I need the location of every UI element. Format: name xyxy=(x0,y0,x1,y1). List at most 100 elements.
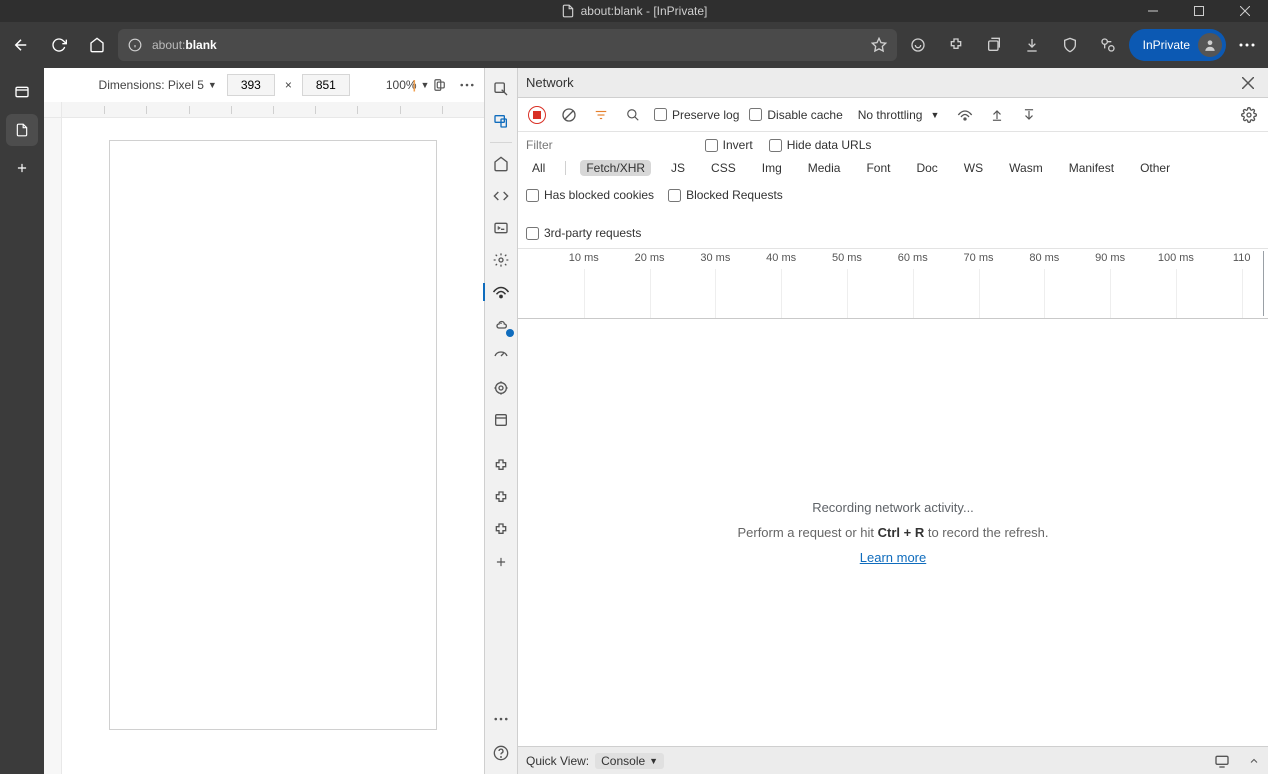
extensions-button[interactable] xyxy=(939,28,973,62)
device-selector[interactable]: Dimensions: Pixel 5 ▼ xyxy=(99,78,217,92)
extension-tool-3[interactable] xyxy=(486,515,516,545)
hide-data-urls-checkbox[interactable]: Hide data URLs xyxy=(769,138,872,152)
more-tools-button[interactable] xyxy=(486,547,516,577)
issues-tool-button[interactable] xyxy=(486,309,516,339)
filter-toggle-button[interactable] xyxy=(590,104,612,126)
new-tab-button[interactable] xyxy=(6,152,38,184)
devtools-close-button[interactable] xyxy=(1236,71,1260,95)
quick-view-expand-button[interactable] xyxy=(1248,755,1260,767)
disable-cache-checkbox[interactable]: Disable cache xyxy=(749,108,842,122)
emulated-viewport[interactable] xyxy=(109,140,437,730)
search-button[interactable] xyxy=(622,104,644,126)
address-bar[interactable]: about:blank xyxy=(118,29,897,61)
filter-media[interactable]: Media xyxy=(802,160,847,176)
filter-all[interactable]: All xyxy=(526,160,551,176)
performance-tool-button[interactable] xyxy=(486,341,516,371)
extension-tool-1[interactable] xyxy=(486,451,516,481)
filter-doc[interactable]: Doc xyxy=(910,160,943,176)
tab-actions-button[interactable] xyxy=(6,76,38,108)
more-button[interactable] xyxy=(1230,28,1264,62)
device-height-input[interactable] xyxy=(302,74,350,96)
filter-ws[interactable]: WS xyxy=(958,160,989,176)
filter-wasm[interactable]: Wasm xyxy=(1003,160,1049,176)
welcome-tool-button[interactable] xyxy=(486,149,516,179)
record-button[interactable] xyxy=(526,104,548,126)
network-conditions-button[interactable] xyxy=(954,104,976,126)
refresh-button[interactable] xyxy=(42,28,76,62)
filter-fetch-xhr[interactable]: Fetch/XHR xyxy=(580,160,651,176)
chevron-down-icon: ▼ xyxy=(649,756,658,766)
device-toolbar: Dimensions: Pixel 5 ▼ × 100% ▼ | xyxy=(44,68,484,102)
performance-button[interactable] xyxy=(1091,28,1125,62)
blocked-requests-checkbox[interactable]: Blocked Requests xyxy=(668,188,783,202)
learn-more-link[interactable]: Learn more xyxy=(860,550,926,565)
window-maximize-button[interactable] xyxy=(1176,0,1222,22)
device-emulation-toggle[interactable] xyxy=(486,106,516,136)
inprivate-label: InPrivate xyxy=(1143,38,1190,52)
vertical-tab-strip xyxy=(0,68,44,774)
favorite-button[interactable] xyxy=(871,37,887,53)
quick-view-selector[interactable]: Console ▼ xyxy=(595,753,664,769)
dimension-separator: × xyxy=(285,78,292,92)
memory-tool-button[interactable] xyxy=(486,373,516,403)
horizontal-ruler xyxy=(62,102,484,118)
refresh-hint: Perform a request or hit Ctrl + R to rec… xyxy=(737,525,1048,540)
sources-tool-button[interactable] xyxy=(486,245,516,275)
filter-js[interactable]: JS xyxy=(665,160,691,176)
network-tool-button[interactable] xyxy=(486,277,516,307)
filter-css[interactable]: CSS xyxy=(705,160,742,176)
home-button[interactable] xyxy=(80,28,114,62)
devtools-panel-title: Network xyxy=(526,75,574,90)
window-title: about:blank - [InPrivate] xyxy=(581,4,708,18)
filter-input[interactable]: Filter xyxy=(526,138,553,152)
filter-img[interactable]: Img xyxy=(756,160,788,176)
collections-button[interactable] xyxy=(977,28,1011,62)
clear-button[interactable] xyxy=(558,104,580,126)
rail-more-button[interactable] xyxy=(486,704,516,734)
inprivate-indicator[interactable]: InPrivate xyxy=(1129,29,1226,61)
blocked-cookies-checkbox[interactable]: Has blocked cookies xyxy=(526,188,654,202)
current-tab[interactable] xyxy=(6,114,38,146)
rotate-button[interactable] xyxy=(432,78,446,92)
device-width-input[interactable] xyxy=(227,74,275,96)
export-har-button[interactable] xyxy=(1018,104,1040,126)
url-path: blank xyxy=(185,38,216,52)
third-party-checkbox[interactable]: 3rd-party requests xyxy=(526,226,641,240)
quick-view-label: Quick View: xyxy=(526,754,589,768)
chevron-down-icon: ▼ xyxy=(208,80,217,90)
tracking-prevention-button[interactable] xyxy=(1053,28,1087,62)
throttling-selector[interactable]: No throttling ▼ xyxy=(853,105,945,125)
network-filter-bar: Filter Invert Hide data URLs All Fetch/X… xyxy=(518,132,1268,249)
site-info-icon[interactable] xyxy=(128,38,142,52)
divider: | xyxy=(411,78,418,92)
filter-font[interactable]: Font xyxy=(860,160,896,176)
extension-tool-2[interactable] xyxy=(486,483,516,513)
preserve-log-checkbox[interactable]: Preserve log xyxy=(654,108,739,122)
console-tool-button[interactable] xyxy=(486,213,516,243)
inspect-element-button[interactable] xyxy=(486,74,516,104)
filter-other[interactable]: Other xyxy=(1134,160,1176,176)
back-button[interactable] xyxy=(4,28,38,62)
browser-toolbar: about:blank InPrivate xyxy=(0,22,1268,68)
devtools-panel: Network Preserve log Disable cache No th… xyxy=(518,68,1268,774)
import-har-button[interactable] xyxy=(986,104,1008,126)
network-toolbar: Preserve log Disable cache No throttling… xyxy=(518,98,1268,132)
window-close-button[interactable] xyxy=(1222,0,1268,22)
url-protocol: about: xyxy=(152,38,185,52)
recording-message: Recording network activity... xyxy=(812,500,974,515)
device-emulation-pane: Dimensions: Pixel 5 ▼ × 100% ▼ | xyxy=(44,68,484,774)
window-minimize-button[interactable] xyxy=(1130,0,1176,22)
quick-view-issues-button[interactable] xyxy=(1214,754,1230,768)
shopping-button[interactable] xyxy=(901,28,935,62)
downloads-button[interactable] xyxy=(1015,28,1049,62)
device-more-button[interactable] xyxy=(460,83,474,87)
filter-manifest[interactable]: Manifest xyxy=(1063,160,1120,176)
network-timeline[interactable]: 10 ms20 ms30 ms40 ms50 ms60 ms70 ms80 ms… xyxy=(518,249,1268,319)
application-tool-button[interactable] xyxy=(486,405,516,435)
invert-checkbox[interactable]: Invert xyxy=(705,138,753,152)
network-settings-button[interactable] xyxy=(1238,104,1260,126)
help-button[interactable] xyxy=(486,738,516,768)
page-icon xyxy=(561,4,575,18)
elements-tool-button[interactable] xyxy=(486,181,516,211)
network-empty-state: Recording network activity... Perform a … xyxy=(518,319,1268,746)
